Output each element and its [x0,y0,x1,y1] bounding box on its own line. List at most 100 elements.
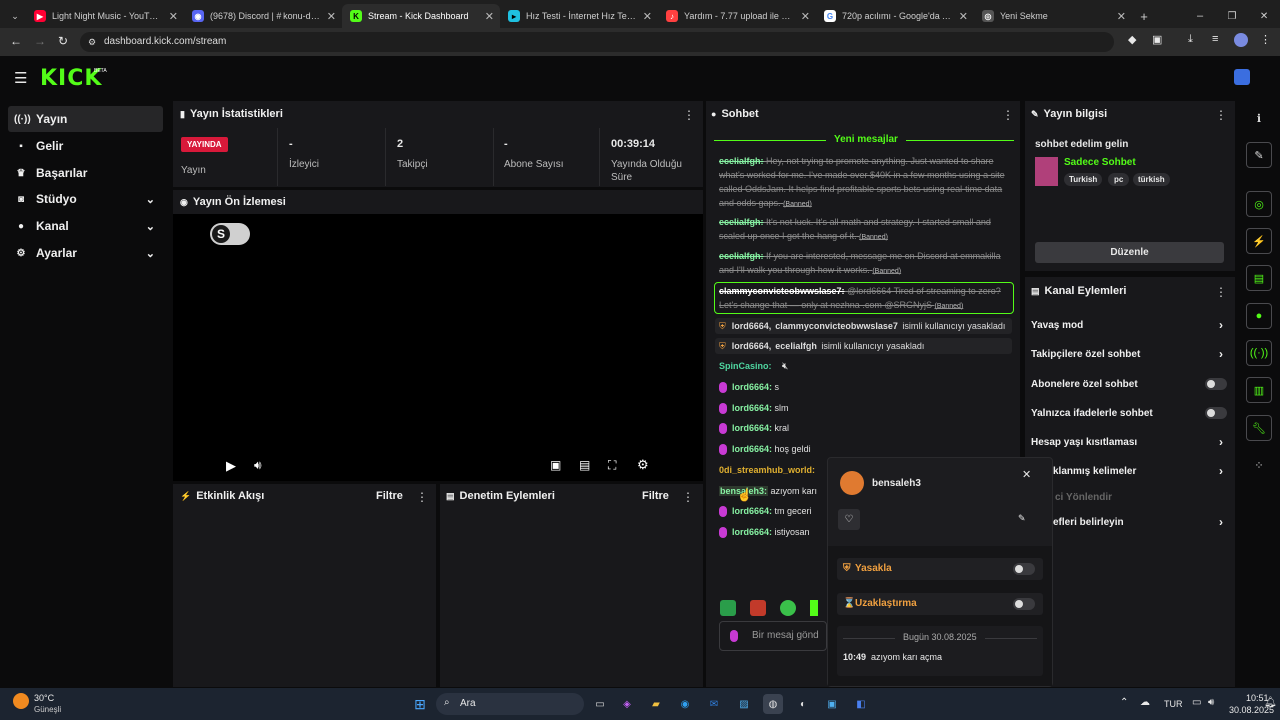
sidebar-item-kanal[interactable]: ● Kanal ⌄ [8,213,163,239]
media-icon[interactable]: ≡ [1212,33,1218,45]
stats-menu-icon[interactable]: ⋮ [683,108,695,122]
chat-message[interactable]: bensaleh3: azıyom karı [719,484,817,498]
picture-in-picture-icon[interactable]: ▣ [550,458,561,472]
sidebar-item-basarilar[interactable]: ♛ Başarılar [8,160,163,186]
settings-gear-icon[interactable]: ⚙ [637,457,649,473]
close-icon[interactable]: ✕ [327,10,336,23]
sliders-icon[interactable]: ▥ [1246,377,1272,403]
chat-message[interactable]: lord6664: hoş geldi [719,442,811,456]
activity-filter-button[interactable]: Filtre [376,490,403,502]
channel-actions-menu-icon[interactable]: ⋮ [1215,285,1227,299]
focus-icon[interactable]: ◎ [1246,191,1272,217]
copilot-icon[interactable]: ◈ [617,694,637,714]
tab-list-button[interactable]: ⌄ [4,4,26,28]
taskbar-search[interactable]: ⌕ Ara [436,693,584,715]
close-icon[interactable]: ✕ [1117,10,1126,23]
tab-youtube[interactable]: ▶ Light Night Music - YouTube ✕ [26,4,184,28]
wrench-icon[interactable]: 🔧︎ [1246,415,1272,441]
tab-google[interactable]: G 720p acılımı - Google'da Ara ✕ [816,4,974,28]
tab-new[interactable]: ◎ Yeni Sekme ✕ [974,4,1132,28]
banned-words-item[interactable]: klanmış kelimeler › [1053,463,1227,479]
volume-icon[interactable]: 🔊︎ [1208,697,1214,708]
play-icon[interactable]: ▶ [226,458,236,474]
tab-help[interactable]: ♪Yardım - 7.77 upload ile kaç bit✕ [658,4,816,28]
theater-mode-icon[interactable]: ▤ [579,458,590,472]
profile-avatar[interactable] [1234,33,1248,47]
weather-sun-icon[interactable] [13,693,29,709]
close-window-button[interactable]: ✕ [1254,4,1274,28]
chat-message-deleted[interactable]: clammyconvicteobwwslase7: @lord6664 Tire… [719,284,1009,314]
minimize-button[interactable]: – [1190,4,1210,28]
photos-icon[interactable]: ▨ [734,694,754,714]
close-icon[interactable]: ✕ [643,10,652,23]
nodes-icon[interactable]: ⁘ [1246,452,1272,478]
document-icon[interactable]: ▤ [1246,265,1272,291]
chat-message[interactable]: lord6664: istiyosan [719,525,810,539]
volume-icon[interactable]: 🔊︎ [254,458,262,473]
close-icon[interactable]: ✕ [485,10,494,23]
task-view-icon[interactable]: ▭ [590,694,610,714]
emote-icon[interactable] [720,600,736,616]
followers-only-item[interactable]: Takipçilere özel sohbet › [1031,346,1227,362]
tag[interactable]: pc [1108,173,1130,186]
emote-only-toggle[interactable] [1205,407,1227,419]
back-icon[interactable]: ← [10,34,22,48]
outlook-icon[interactable]: ✉ [704,694,724,714]
chat-message[interactable]: lord6664: s [719,380,779,394]
language-indicator[interactable]: TUR [1164,699,1183,709]
activity-menu-icon[interactable]: ⋮ [416,490,428,504]
pencil-icon[interactable]: ✎ [1246,142,1272,168]
chat-input[interactable]: Bir mesaj gönd [719,621,827,651]
extension-icon[interactable]: ◆ [1128,33,1136,46]
ban-toggle[interactable] [1013,563,1035,575]
chat-message-deleted[interactable]: ecelialfgh: If you are interested, messa… [719,249,1009,279]
emote-icon[interactable] [750,600,766,616]
sidebar-item-ayarlar[interactable]: ⚙ Ayarlar ⌄ [8,240,163,266]
broadcast-icon[interactable]: ((·)) [1246,340,1272,366]
chat-message[interactable]: lord6664: kral [719,421,789,435]
steam-icon[interactable]: ◐ [793,694,813,714]
chat-message[interactable]: 0di_streamhub_world: [719,463,815,477]
notification-icon[interactable]: 🔔︎ [1264,697,1277,708]
download-icon[interactable]: ⤓ [1188,33,1193,46]
chat-message[interactable]: SpinCasino: 🔇︎ [719,359,788,373]
windows-start-icon[interactable]: ⊞ [410,694,430,714]
close-icon[interactable]: ✕ [1022,468,1031,481]
new-tab-button[interactable]: + [1134,4,1154,28]
network-icon[interactable]: ▭ [1192,697,1201,708]
edit-button[interactable]: Düzenle [1035,242,1224,263]
reload-icon[interactable]: ↻ [58,34,68,48]
close-icon[interactable]: ✕ [169,10,178,23]
app-icon[interactable]: ▣ [822,694,842,714]
chat-menu-icon[interactable]: ⋮ [1002,108,1014,122]
close-icon[interactable]: ✕ [801,10,810,23]
sidebar-item-studyo[interactable]: ◙ Stüdyo ⌄ [8,186,163,212]
moderation-filter-button[interactable]: Filtre [642,490,669,502]
chat-message[interactable]: lord6664: tm geceri [719,504,812,518]
chat-message-deleted[interactable]: ecelialfgh: It's not luck. It's all math… [719,215,1009,245]
forward-icon[interactable]: → [34,34,46,48]
file-explorer-icon[interactable]: ▰ [646,694,666,714]
chat-message-deleted[interactable]: ecelialfgh: Hey, not trying to promote a… [719,154,1009,212]
stream-info-menu-icon[interactable]: ⋮ [1215,108,1227,122]
site-info-icon[interactable]: ⚙ [88,32,96,52]
timeout-toggle[interactable] [1013,598,1035,610]
sidebar-item-yayin[interactable]: ((·)) Yayın [8,106,163,132]
follow-heart-icon[interactable]: ♡ [838,509,860,530]
slow-mode-item[interactable]: Yavaş mod › [1031,317,1227,333]
category-link[interactable]: Sadece Sohbet [1064,157,1136,168]
cloud-icon[interactable]: ☁ [1140,697,1150,708]
hamburger-menu-icon[interactable]: ☰ [14,69,27,87]
fullscreen-icon[interactable]: ⛶ [608,458,616,473]
tab-discord[interactable]: ◉ (9678) Discord | # konu-dışı ✕ [184,4,342,28]
tag[interactable]: türkish [1133,173,1170,186]
chevron-up-icon[interactable]: ⌃ [1120,697,1128,708]
puzzle-icon[interactable]: ▣ [1152,33,1162,46]
chrome-icon[interactable]: ◍ [763,694,783,714]
goals-item[interactable]: efleri belirleyin › [1053,514,1227,530]
chat-message[interactable]: lord6664: slm [719,401,789,415]
address-input[interactable]: ⚙ dashboard.kick.com/stream [80,32,1114,52]
info-icon[interactable]: ℹ [1246,105,1272,131]
tab-kick-dashboard[interactable]: K Stream - Kick Dashboard ✕ [342,4,500,28]
close-icon[interactable]: ✕ [959,10,968,23]
